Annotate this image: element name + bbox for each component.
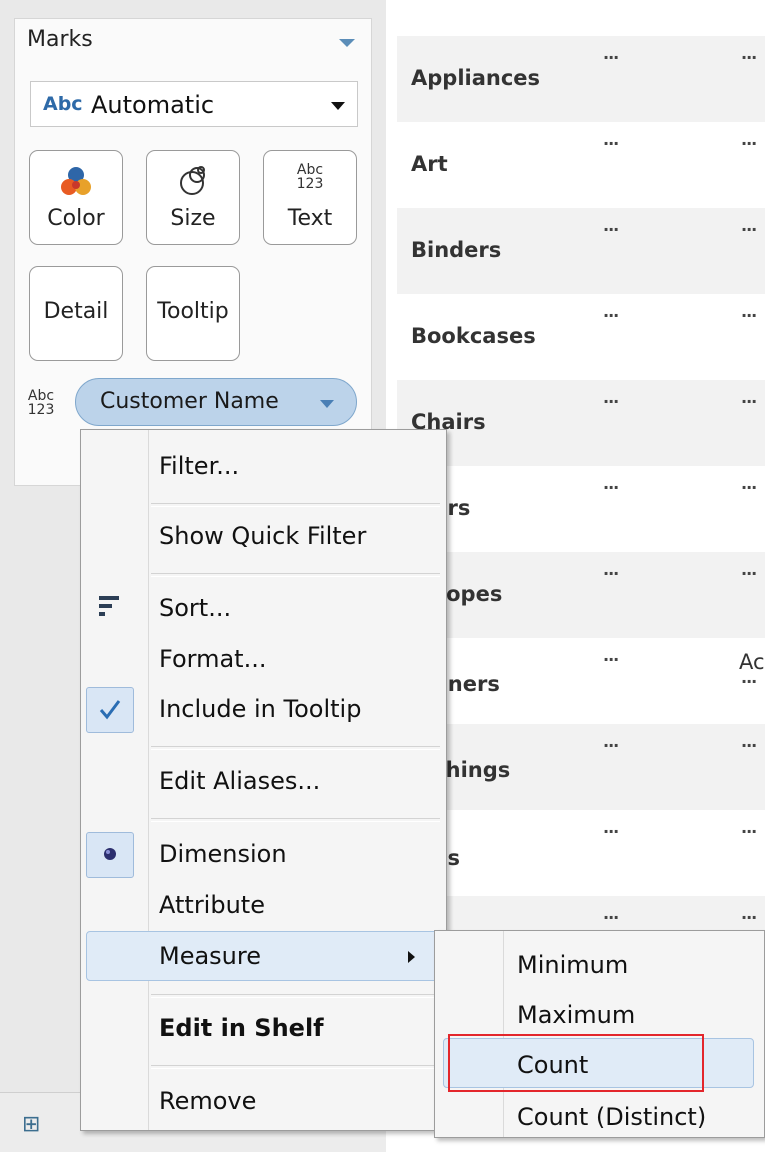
- chevron-down-icon: [331, 102, 345, 110]
- text-label: Text: [287, 206, 333, 231]
- cell-ellipsis: ...: [741, 44, 757, 63]
- cell-ellipsis: ...: [603, 560, 619, 579]
- menu-separator: [151, 1065, 440, 1069]
- tooltip-button[interactable]: Tooltip: [146, 266, 240, 361]
- table-row: bels ... ...: [397, 810, 765, 896]
- marks-menu-caret-icon[interactable]: [339, 39, 355, 47]
- field-icon-top: Abc: [27, 388, 55, 404]
- cell-ellipsis: ...: [603, 216, 619, 235]
- size-label: Size: [170, 206, 216, 231]
- text-icon-top: Abc: [296, 162, 324, 178]
- cell-ellipsis: ...: [603, 130, 619, 149]
- menu-separator: [151, 746, 440, 750]
- menu-separator: [151, 503, 440, 507]
- cell-ellipsis: ...: [603, 732, 619, 751]
- table-row: velopes ... ...: [397, 552, 765, 638]
- category-label: Appliances: [411, 66, 541, 90]
- cell-ellipsis: ...: [603, 474, 619, 493]
- cell-ellipsis: ...: [603, 44, 619, 63]
- menu-item-edit-aliases[interactable]: Edit Aliases...: [159, 767, 320, 795]
- table-row: steners ... Ac ...: [397, 638, 765, 724]
- menu-item-measure-highlight[interactable]: [86, 931, 442, 981]
- text-mark-icon: Abc: [43, 93, 83, 115]
- cell-ellipsis: ...: [741, 302, 757, 321]
- cell-ellipsis: ...: [741, 474, 757, 493]
- cell-ellipsis: ...: [603, 646, 619, 665]
- cell-ellipsis: ...: [741, 732, 757, 751]
- sort-icon: [99, 596, 119, 616]
- menu-item-show-quick-filter[interactable]: Show Quick Filter: [159, 522, 366, 550]
- field-context-menu: Filter... Show Quick Filter Sort... Form…: [80, 429, 447, 1131]
- size-button[interactable]: Size: [146, 150, 240, 245]
- count-callout-box: [448, 1034, 704, 1092]
- menu-separator: [151, 994, 440, 998]
- cell-ellipsis: ...: [741, 668, 757, 687]
- mark-type-value: Automatic: [91, 91, 215, 119]
- include-tooltip-check-box[interactable]: [86, 687, 134, 733]
- pill-label: Customer Name: [100, 389, 279, 414]
- menu-item-attribute[interactable]: Attribute: [159, 891, 265, 919]
- menu-gutter: [148, 430, 149, 1130]
- category-label: Binders: [411, 238, 502, 262]
- color-label: Color: [47, 206, 105, 231]
- table-row: Binders ... ...: [397, 208, 765, 294]
- cell-ellipsis: ...: [741, 818, 757, 837]
- cell-ellipsis: ...: [603, 904, 619, 923]
- mark-type-dropdown[interactable]: Abc Automatic: [30, 81, 358, 127]
- menu-item-include-in-tooltip[interactable]: Include in Tooltip: [159, 695, 361, 723]
- menu-item-filter[interactable]: Filter...: [159, 452, 239, 480]
- cell-ellipsis: ...: [741, 560, 757, 579]
- customer-name-pill[interactable]: Customer Name: [75, 378, 357, 426]
- table-row: nishings ... ...: [397, 724, 765, 810]
- menu-separator: [151, 818, 440, 822]
- text-icon-bottom: 123: [296, 176, 324, 192]
- table-row: Appliances ... ...: [397, 36, 765, 122]
- cell-ellipsis: ...: [741, 130, 757, 149]
- menu-separator: [151, 573, 440, 577]
- new-worksheet-icon[interactable]: ⊞: [22, 1112, 40, 1137]
- text-field-icon: Abc 123: [27, 389, 55, 417]
- cell-ellipsis: ...: [603, 818, 619, 837]
- table-row: Chairs ... ...: [397, 380, 765, 466]
- category-label: Art: [411, 152, 448, 176]
- menu-item-measure[interactable]: Measure: [159, 942, 261, 970]
- text-icon: Abc 123: [264, 163, 356, 191]
- cell-ellipsis: ...: [741, 216, 757, 235]
- cell-ellipsis: ...: [741, 904, 757, 923]
- table-row: piers ... ...: [397, 466, 765, 552]
- size-icon: [180, 166, 205, 195]
- cell-ellipsis: ...: [603, 388, 619, 407]
- field-icon-bottom: 123: [27, 402, 55, 418]
- marks-title: Marks: [27, 27, 93, 52]
- cell-ellipsis: ...: [741, 388, 757, 407]
- submenu-item-count-distinct[interactable]: Count (Distinct): [517, 1103, 706, 1131]
- text-button[interactable]: Abc 123 Text: [263, 150, 357, 245]
- menu-item-dimension[interactable]: Dimension: [159, 840, 287, 868]
- menu-item-remove[interactable]: Remove: [159, 1087, 256, 1115]
- color-icon: [61, 167, 91, 195]
- submenu-arrow-icon: [408, 951, 415, 963]
- chevron-down-icon[interactable]: [320, 400, 334, 408]
- menu-item-sort[interactable]: Sort...: [159, 594, 231, 622]
- cell-ellipsis: ...: [603, 302, 619, 321]
- radio-dot-icon: [104, 848, 116, 860]
- menu-item-format[interactable]: Format...: [159, 645, 266, 673]
- dimension-radio[interactable]: [86, 832, 134, 878]
- submenu-item-minimum[interactable]: Minimum: [517, 951, 628, 979]
- checkmark-icon: [99, 700, 121, 720]
- table-row: Bookcases ... ...: [397, 294, 765, 380]
- color-button[interactable]: Color: [29, 150, 123, 245]
- tooltip-label: Tooltip: [157, 299, 229, 324]
- menu-item-edit-in-shelf[interactable]: Edit in Shelf: [159, 1014, 324, 1042]
- submenu-item-maximum[interactable]: Maximum: [517, 1001, 635, 1029]
- table-row: Art ... ...: [397, 122, 765, 208]
- detail-button[interactable]: Detail: [29, 266, 123, 361]
- category-label: Bookcases: [411, 324, 536, 348]
- detail-label: Detail: [43, 299, 109, 324]
